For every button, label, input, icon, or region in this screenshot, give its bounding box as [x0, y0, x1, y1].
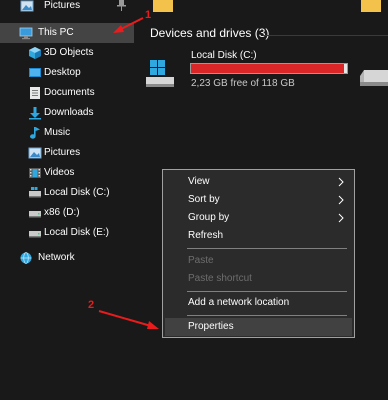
chevron-right-icon: [338, 213, 344, 223]
windows-drive-icon[interactable]: [146, 58, 174, 88]
menu-item-paste[interactable]: Paste: [165, 252, 352, 270]
menu-item-group-by[interactable]: Group by: [165, 209, 352, 227]
sidebar-item-label: 3D Objects: [44, 47, 94, 58]
pictures-folder-icon: [20, 0, 34, 12]
pin-icon: [117, 0, 126, 11]
chevron-right-icon: [338, 195, 344, 205]
group-header-devices-and-drives[interactable]: Devices and drives (3): [150, 26, 269, 41]
drive-icon: [29, 211, 41, 218]
menu-item-paste-shortcut[interactable]: Paste shortcut: [165, 270, 352, 288]
sidebar-item-label: Music: [44, 127, 71, 138]
sidebar-item-network[interactable]: Network: [0, 248, 134, 268]
sidebar-item-3d-objects[interactable]: 3D Objects: [0, 43, 134, 63]
documents-folder-icon: [30, 87, 40, 99]
menu-separator: [187, 291, 347, 292]
menu-separator: [187, 248, 347, 249]
menu-item-view[interactable]: View: [165, 173, 352, 191]
sidebar-item-pictures-pinned[interactable]: Pictures: [0, 0, 134, 16]
sidebar-item-label: Local Disk (E:): [44, 227, 110, 238]
menu-item-label: Group by: [188, 212, 230, 223]
chevron-right-icon: [338, 177, 344, 187]
local-disk-icon: [29, 187, 41, 198]
sidebar-item-label: This PC: [38, 27, 74, 38]
drive-free-space: 2,23 GB free of 118 GB: [191, 78, 295, 89]
3d-objects-folder-icon: [29, 47, 41, 59]
sidebar-item-label: x86 (D:): [44, 207, 80, 218]
group-divider: [263, 35, 388, 36]
menu-item-sort-by[interactable]: Sort by: [165, 191, 352, 209]
sidebar-item-documents[interactable]: Documents: [0, 83, 134, 103]
sidebar-item-label: Network: [38, 252, 75, 263]
downloads-folder-icon: [29, 107, 41, 120]
folder-icon[interactable]: [361, 0, 381, 12]
drive-usage-bar: [190, 63, 348, 74]
videos-folder-icon: [29, 168, 41, 178]
sidebar-item-label: Downloads: [44, 107, 94, 118]
sidebar-item-local-disk-c[interactable]: Local Disk (C:): [0, 183, 134, 203]
sidebar-item-label: Desktop: [44, 67, 81, 78]
menu-item-label: Add a network location: [188, 297, 290, 308]
computer-icon: [19, 27, 33, 40]
sidebar-item-local-disk-e[interactable]: Local Disk (E:): [0, 223, 134, 243]
menu-item-label: Paste shortcut: [188, 273, 252, 284]
sidebar-item-desktop[interactable]: Desktop: [0, 63, 134, 83]
sidebar-item-label: Videos: [44, 167, 75, 178]
desktop-folder-icon: [29, 68, 41, 77]
context-menu: View Sort by Group by Refresh Paste Past…: [162, 169, 355, 338]
navigation-pane: Pictures This PC 3D Objects Desktop Docu…: [0, 0, 134, 400]
sidebar-item-label: Pictures: [44, 0, 81, 11]
step-number-2: 2: [88, 299, 95, 311]
menu-item-add-network-location[interactable]: Add a network location: [165, 294, 352, 312]
menu-item-label: View: [188, 176, 210, 187]
drive-usage-fill: [191, 64, 344, 73]
menu-item-properties[interactable]: Properties: [165, 318, 352, 336]
menu-separator: [187, 315, 347, 316]
sidebar-item-this-pc[interactable]: This PC: [0, 23, 134, 43]
menu-item-label: Sort by: [188, 194, 220, 205]
sidebar-item-label: Local Disk (C:): [44, 187, 110, 198]
sidebar-item-pictures[interactable]: Pictures: [0, 143, 134, 163]
sidebar-item-downloads[interactable]: Downloads: [0, 103, 134, 123]
drive-icon[interactable]: [360, 66, 388, 88]
menu-item-refresh[interactable]: Refresh: [165, 227, 352, 245]
sidebar-item-label: Documents: [44, 87, 95, 98]
sidebar-item-videos[interactable]: Videos: [0, 163, 134, 183]
menu-item-label: Paste: [188, 255, 214, 266]
pictures-folder-icon: [28, 147, 42, 159]
folder-icon[interactable]: [153, 0, 173, 12]
music-folder-icon: [30, 127, 40, 139]
menu-item-label: Refresh: [188, 230, 224, 241]
step-number-1: 1: [145, 9, 152, 21]
network-icon: [20, 252, 32, 264]
drive-name[interactable]: Local Disk (C:): [191, 50, 257, 62]
sidebar-item-label: Pictures: [44, 147, 81, 158]
drive-icon: [29, 231, 41, 238]
sidebar-item-x86-d[interactable]: x86 (D:): [0, 203, 134, 223]
sidebar-item-music[interactable]: Music: [0, 123, 134, 143]
menu-item-label: Properties: [188, 321, 234, 332]
